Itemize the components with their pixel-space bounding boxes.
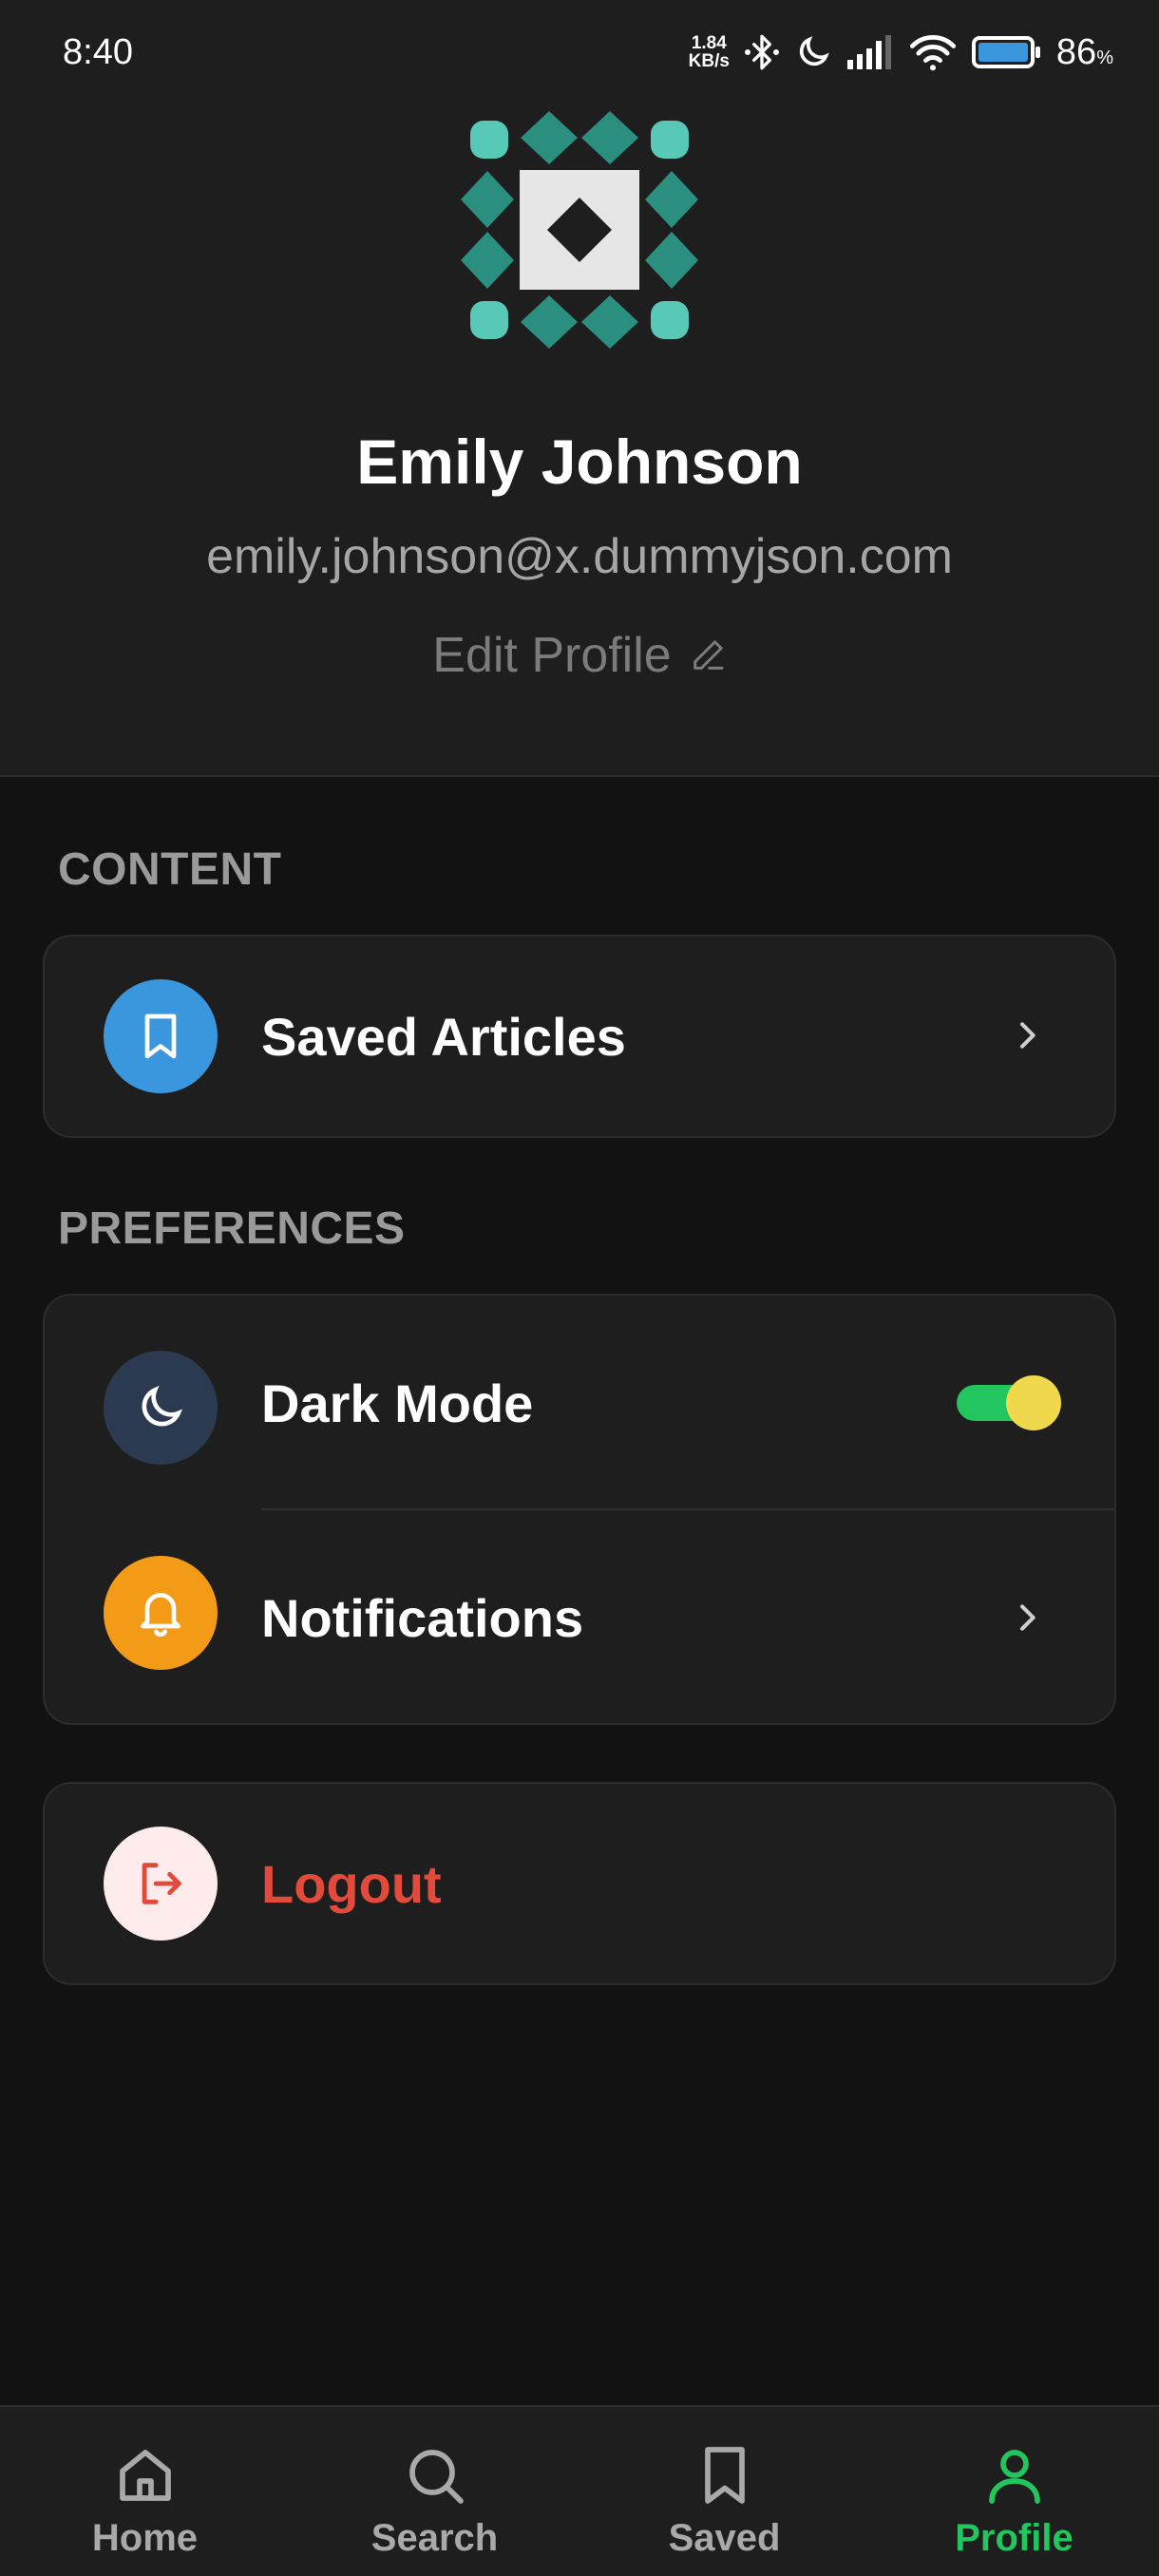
- edit-profile-button[interactable]: Edit Profile: [0, 627, 1159, 684]
- logout-icon-circle: [104, 1827, 218, 1941]
- toggle-thumb: [1006, 1375, 1061, 1430]
- edit-profile-label: Edit Profile: [432, 628, 672, 683]
- battery-percent-symbol: %: [1096, 47, 1113, 68]
- avatar[interactable]: [456, 106, 703, 353]
- content-card: Saved Articles: [43, 935, 1116, 1138]
- status-time: 8:40: [63, 31, 133, 72]
- bottom-nav: Home Search Saved Profile: [0, 2405, 1159, 2576]
- user-icon: [988, 2450, 1040, 2504]
- logout-icon: [142, 1863, 181, 1904]
- section-title-content: CONTENT: [58, 844, 282, 895]
- logout-card: Logout: [43, 1782, 1116, 1985]
- chevron-right-icon: [1020, 1604, 1036, 1631]
- logout-label: Logout: [261, 1853, 442, 1914]
- search-icon: [408, 2450, 464, 2504]
- dark-mode-label: Dark Mode: [261, 1373, 534, 1433]
- moon-icon: [142, 1385, 183, 1427]
- bell-icon: [141, 1593, 181, 1638]
- network-speed-value: 1.84: [691, 33, 727, 53]
- profile-header: Emily Johnson emily.johnson@x.dummyjson.…: [0, 0, 1159, 777]
- profile-screen: Emily Johnson emily.johnson@x.dummyjson.…: [0, 0, 1159, 2576]
- status-bar: 8:40 1.84 KB/s 86%: [0, 0, 1159, 104]
- status-icons: 1.84 KB/s 86%: [689, 31, 1113, 73]
- nav-item-saved[interactable]: Saved: [580, 2407, 869, 2576]
- dark-mode-toggle[interactable]: [957, 1375, 1061, 1430]
- notifications-icon-circle: [104, 1556, 218, 1670]
- section-title-preferences: PREFERENCES: [58, 1203, 406, 1254]
- user-name: Emily Johnson: [356, 426, 803, 497]
- user-email: emily.johnson@x.dummyjson.com: [206, 529, 953, 584]
- saved-articles-icon-circle: [104, 979, 218, 1093]
- signal-icon: [846, 35, 891, 69]
- logout-button[interactable]: Logout: [45, 1784, 1114, 1983]
- network-speed: 1.84 KB/s: [689, 34, 730, 70]
- nav-label-search: Search: [370, 2517, 499, 2559]
- saved-articles-row[interactable]: Saved Articles: [45, 937, 1114, 1136]
- bookmark-icon: [704, 2447, 745, 2504]
- nav-label-home: Home: [91, 2517, 199, 2559]
- nav-item-search[interactable]: Search: [290, 2407, 580, 2576]
- dark-mode-icon-circle: [104, 1351, 218, 1465]
- nav-label-profile: Profile: [955, 2517, 1074, 2559]
- network-speed-unit: KB/s: [688, 51, 730, 71]
- preferences-card: Dark Mode Notifications: [43, 1294, 1116, 1725]
- home-icon: [119, 2450, 171, 2501]
- bluetooth-icon: [744, 34, 779, 70]
- dark-mode-row: Dark Mode: [45, 1296, 1114, 1510]
- notifications-label: Notifications: [261, 1587, 584, 1648]
- pencil-icon: [693, 640, 724, 670]
- nav-item-profile[interactable]: Profile: [869, 2407, 1159, 2576]
- chevron-right-icon: [1020, 1022, 1036, 1049]
- notifications-row[interactable]: Notifications: [45, 1510, 1114, 1723]
- nav-label-saved: Saved: [668, 2517, 781, 2559]
- nav-item-home[interactable]: Home: [0, 2407, 290, 2576]
- battery-percent: 86%: [1056, 32, 1113, 73]
- battery-icon: [971, 36, 1040, 68]
- bookmark-icon: [144, 1013, 177, 1059]
- battery-percent-value: 86: [1055, 31, 1097, 72]
- moon-icon: [799, 36, 829, 66]
- saved-articles-label: Saved Articles: [261, 1006, 626, 1067]
- wifi-icon: [909, 35, 956, 71]
